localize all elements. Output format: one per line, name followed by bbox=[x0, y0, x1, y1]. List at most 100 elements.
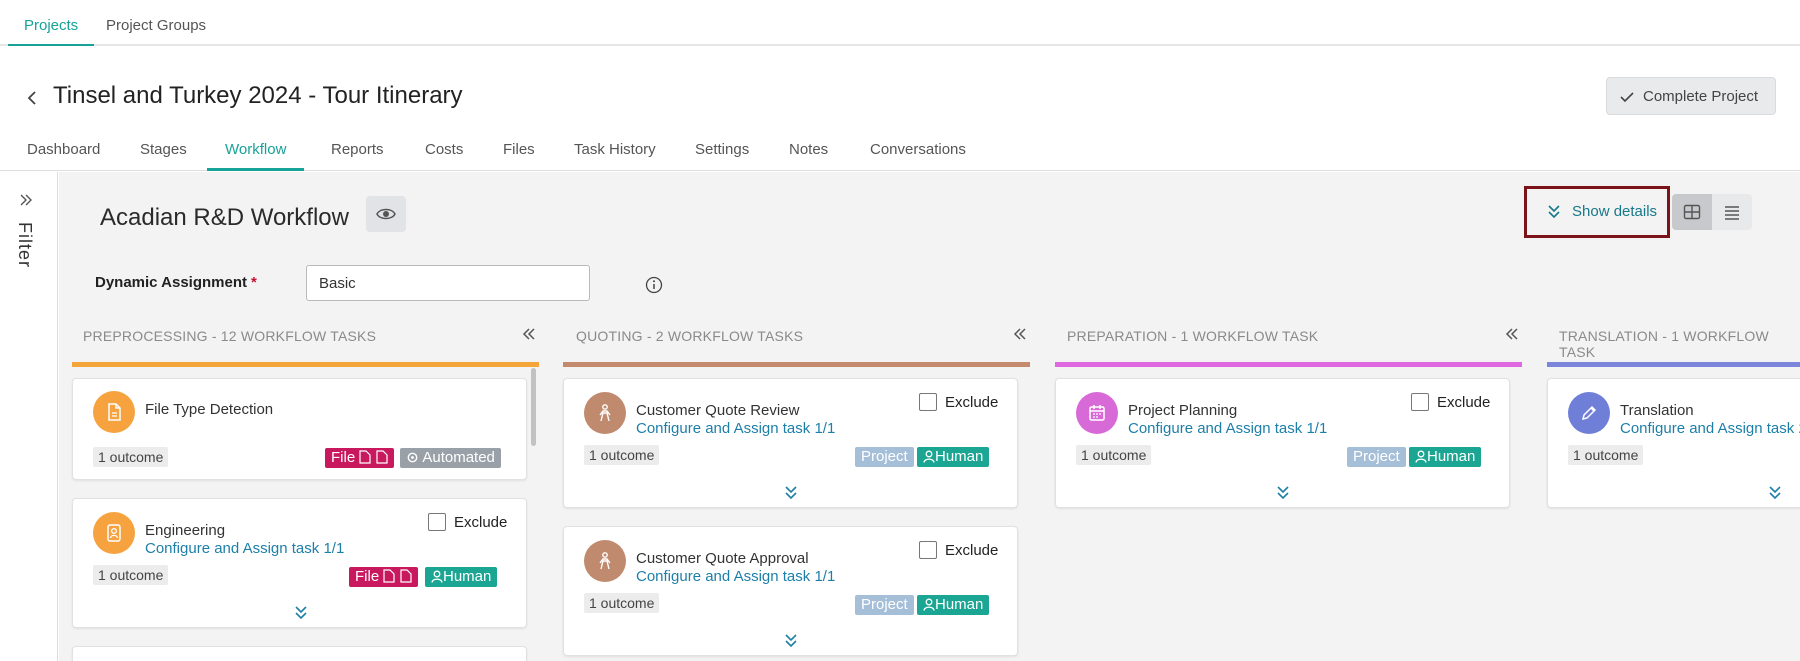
grid-view-button[interactable] bbox=[1672, 194, 1712, 230]
show-details-label: Show details bbox=[1572, 203, 1658, 220]
task-card-engineering[interactable]: Engineering Configure and Assign task 1/… bbox=[72, 498, 527, 628]
dynamic-assignment-select[interactable]: Basic bbox=[306, 265, 590, 301]
task-card-customer-quote-review[interactable]: Customer Quote Review Configure and Assi… bbox=[563, 378, 1018, 508]
project-header: Tinsel and Turkey 2024 - Tour Itinerary … bbox=[0, 46, 1800, 171]
checkbox-box[interactable] bbox=[919, 393, 937, 411]
tab-reports[interactable]: Reports bbox=[331, 141, 384, 171]
info-icon[interactable] bbox=[645, 276, 663, 294]
task-card-customer-quote-approval[interactable]: Customer Quote Approval Configure and As… bbox=[563, 526, 1018, 656]
configure-assign-link[interactable]: Configure and Assign task 1/1 bbox=[636, 420, 835, 437]
double-chevron-right-icon bbox=[20, 194, 32, 206]
human-badge: Human bbox=[425, 567, 498, 587]
outcome-count: 1 outcome bbox=[1568, 445, 1644, 465]
eye-icon bbox=[376, 208, 396, 220]
hiker-icon bbox=[599, 552, 611, 570]
column-header-translation: TRANSLATION - 1 WORKFLOW TASK bbox=[1559, 328, 1769, 360]
outcome-count: 1 outcome bbox=[584, 593, 660, 613]
task-title: Engineering bbox=[145, 522, 226, 539]
chevron-left-icon bbox=[27, 91, 36, 105]
configure-assign-link[interactable]: Configure and Assign task 1/1 bbox=[636, 568, 835, 585]
column-scrollbar[interactable] bbox=[531, 368, 536, 446]
configure-assign-link[interactable]: Configure and Assign task 1/1 bbox=[1128, 420, 1327, 437]
checkbox-box[interactable] bbox=[1411, 393, 1429, 411]
task-title: Customer Quote Review bbox=[636, 402, 800, 419]
double-chevron-down-icon[interactable] bbox=[1276, 485, 1290, 501]
project-title: Tinsel and Turkey 2024 - Tour Itinerary bbox=[53, 82, 463, 109]
back-button[interactable] bbox=[23, 88, 43, 108]
checkbox-box[interactable] bbox=[428, 513, 446, 531]
project-badge: Project bbox=[855, 447, 914, 467]
column-color-bar bbox=[1547, 362, 1800, 367]
checkbox-box[interactable] bbox=[919, 541, 937, 559]
tab-projects[interactable]: Projects bbox=[8, 0, 95, 46]
project-badge: Project bbox=[1347, 447, 1406, 467]
person-icon bbox=[431, 570, 443, 583]
document-icon bbox=[359, 450, 371, 464]
configure-assign-link[interactable]: Configure and Assign task 2 bbox=[1620, 420, 1800, 437]
person-icon bbox=[923, 450, 935, 463]
gear-icon bbox=[407, 452, 418, 463]
column-header-quoting: QUOTING - 2 WORKFLOW TASKS bbox=[576, 328, 804, 344]
human-badge: Human bbox=[917, 595, 990, 615]
human-badge: Human bbox=[917, 447, 990, 467]
outcome-count: 1 outcome bbox=[93, 565, 169, 585]
task-card-project-planning[interactable]: Project Planning Configure and Assign ta… bbox=[1055, 378, 1510, 508]
exclude-label: Exclude bbox=[945, 542, 999, 559]
task-icon bbox=[1568, 392, 1610, 434]
collapse-column-icon[interactable] bbox=[1504, 326, 1520, 342]
tab-conversations[interactable]: Conversations bbox=[870, 141, 966, 171]
exclude-label: Exclude bbox=[1437, 394, 1491, 411]
pencil-icon bbox=[1581, 405, 1597, 421]
outcome-count: 1 outcome bbox=[584, 445, 660, 465]
complete-project-label: Complete Project bbox=[1643, 88, 1759, 105]
task-icon bbox=[584, 392, 626, 434]
workflow-board: Acadian R&D Workflow Show details Dynami… bbox=[59, 172, 1800, 661]
project-badge: Project bbox=[855, 595, 914, 615]
preview-button[interactable] bbox=[366, 196, 406, 232]
workflow-title: Acadian R&D Workflow bbox=[100, 204, 349, 231]
task-icon bbox=[584, 540, 626, 582]
complete-project-button[interactable]: Complete Project bbox=[1606, 77, 1776, 115]
tab-files[interactable]: Files bbox=[503, 141, 535, 171]
double-chevron-down-icon[interactable] bbox=[784, 485, 798, 501]
person-icon bbox=[923, 598, 935, 611]
show-details-button[interactable]: Show details bbox=[1524, 186, 1670, 238]
double-chevron-down-icon[interactable] bbox=[1768, 485, 1782, 501]
collapse-column-icon[interactable] bbox=[521, 326, 537, 342]
collapse-column-icon[interactable] bbox=[1012, 326, 1028, 342]
check-icon bbox=[1620, 92, 1634, 103]
exclude-label: Exclude bbox=[945, 394, 999, 411]
double-chevron-down-icon[interactable] bbox=[784, 633, 798, 649]
outcome-count: 1 outcome bbox=[1076, 445, 1152, 465]
grid-view-icon bbox=[1683, 204, 1701, 220]
document-icon bbox=[399, 569, 412, 583]
tab-settings[interactable]: Settings bbox=[695, 141, 749, 171]
task-icon bbox=[93, 512, 135, 554]
task-icon bbox=[93, 391, 135, 433]
file-badge: File bbox=[325, 448, 394, 468]
list-view-button[interactable] bbox=[1712, 194, 1752, 230]
tab-workflow[interactable]: Workflow bbox=[207, 141, 305, 171]
task-card-file-type-detection[interactable]: File Type Detection 1 outcome File Autom… bbox=[72, 378, 527, 480]
document-icon bbox=[383, 569, 395, 583]
person-icon bbox=[1415, 450, 1427, 463]
filter-sidebar: Filter bbox=[0, 172, 58, 661]
double-chevron-down-icon[interactable] bbox=[294, 605, 308, 621]
file-badge: File bbox=[349, 567, 418, 587]
calendar-icon bbox=[1089, 405, 1105, 421]
tab-stages[interactable]: Stages bbox=[140, 141, 187, 171]
tab-task-history[interactable]: Task History bbox=[574, 141, 656, 171]
tab-notes[interactable]: Notes bbox=[789, 141, 828, 171]
task-icon bbox=[1076, 392, 1118, 434]
column-color-bar bbox=[72, 362, 539, 367]
expand-filter-button[interactable] bbox=[18, 192, 34, 213]
configure-assign-link[interactable]: Configure and Assign task 1/1 bbox=[145, 540, 344, 557]
task-title: Translation bbox=[1620, 402, 1694, 419]
task-card-partial[interactable] bbox=[72, 646, 527, 661]
column-color-bar bbox=[1055, 362, 1522, 367]
tab-project-groups[interactable]: Project Groups bbox=[106, 0, 206, 46]
filter-label[interactable]: Filter bbox=[14, 222, 35, 268]
task-card-translation[interactable]: Translation Configure and Assign task 2 … bbox=[1547, 378, 1800, 508]
tab-costs[interactable]: Costs bbox=[425, 141, 463, 171]
tab-dashboard[interactable]: Dashboard bbox=[27, 141, 100, 171]
